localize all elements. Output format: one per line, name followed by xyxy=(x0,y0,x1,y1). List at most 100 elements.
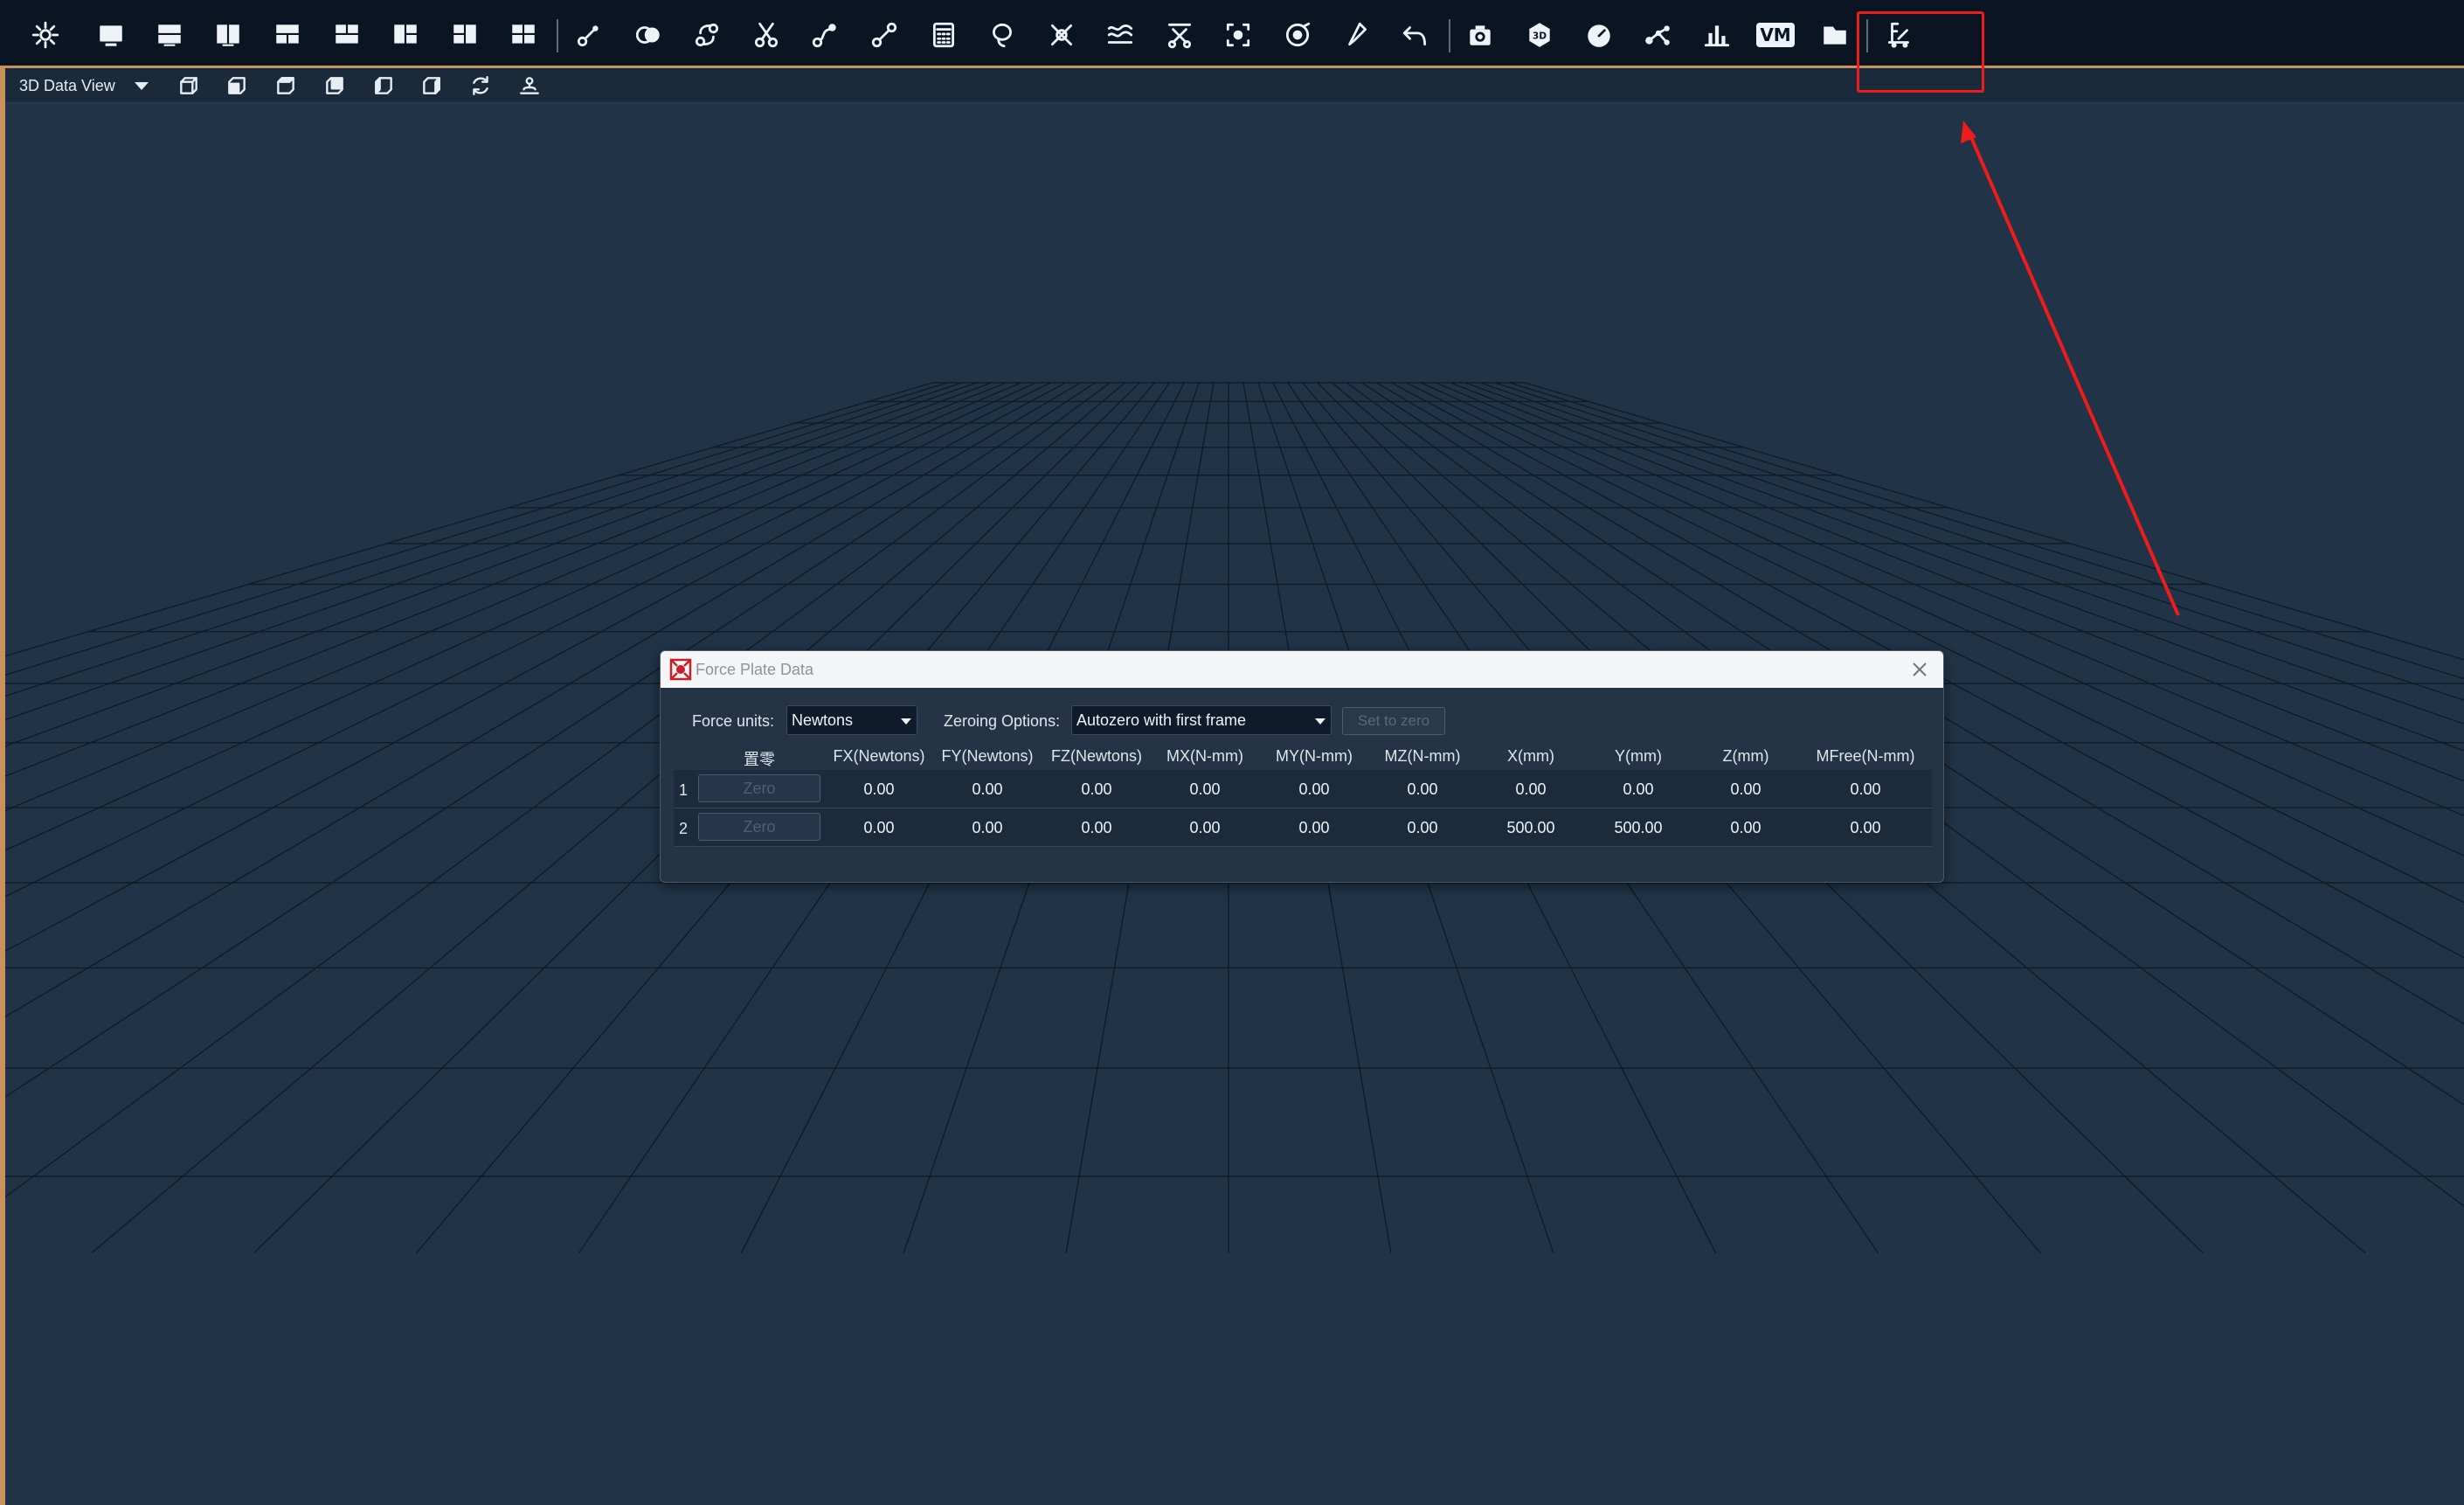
table-header: 置零 FX(Newtons) FY(Newtons) FZ(Newtons) MX(N-… xyxy=(674,744,1932,770)
pen-icon[interactable] xyxy=(1339,17,1374,52)
layout-three-bottom-icon[interactable] xyxy=(329,17,364,52)
rigid-icon[interactable] xyxy=(867,17,902,52)
layout-three-left-icon[interactable] xyxy=(388,17,423,52)
layout-single-icon[interactable] xyxy=(93,17,128,52)
view-mode-select[interactable]: 3D Data View xyxy=(19,73,149,98)
camera-icon[interactable] xyxy=(1463,17,1498,52)
refresh-icon[interactable] xyxy=(467,73,494,98)
select-region-icon[interactable] xyxy=(1221,17,1256,52)
layout-four-icon[interactable] xyxy=(506,17,541,52)
column-header: X(mm) xyxy=(1507,747,1554,765)
table-cell: 0.00 xyxy=(1623,780,1654,798)
row-index: 2 xyxy=(679,820,689,837)
column-header: MFree(N-mm) xyxy=(1816,747,1915,765)
column-header: FY(Newtons) xyxy=(941,747,1034,765)
set-to-zero-button[interactable]: Set to zero xyxy=(1342,707,1445,735)
calculator-icon[interactable] xyxy=(926,17,961,52)
table-cell: 0.00 xyxy=(1298,780,1330,798)
main-toolbar: 3D VM xyxy=(0,0,2464,66)
column-header: MY(N-mm) xyxy=(1276,747,1353,765)
layout-two-rows-icon[interactable] xyxy=(152,17,187,52)
table-cell: 0.00 xyxy=(1189,780,1221,798)
speed-gauge-icon[interactable] xyxy=(1582,17,1616,52)
close-icon[interactable] xyxy=(1908,658,1931,681)
delete-markers-icon[interactable] xyxy=(1044,17,1079,52)
layout-three-right-icon[interactable] xyxy=(447,17,482,52)
view-back-icon[interactable] xyxy=(322,73,348,98)
force-plate-dialog: Force Plate Data Force units: Newtons Ze… xyxy=(660,650,1944,883)
folder-icon[interactable] xyxy=(1817,17,1852,52)
dialog-controls: Force units: Newtons Zeroing Options: Au… xyxy=(661,705,1943,737)
table-cell: 0.00 xyxy=(1298,819,1330,836)
table-cell: 0.00 xyxy=(1081,819,1112,836)
table-cell: 0.00 xyxy=(1730,780,1761,798)
cut-icon[interactable] xyxy=(749,17,784,52)
svg-text:3D: 3D xyxy=(1533,30,1547,41)
table-row: 1 Zero 0.00 0.00 0.00 0.00 0.00 0.00 0.00 0.00 0.0… xyxy=(674,770,1932,808)
chevron-down-icon xyxy=(134,81,149,90)
bar-chart-icon[interactable] xyxy=(1699,17,1734,52)
table-cell: 500.00 xyxy=(1614,819,1663,836)
lasso-icon[interactable] xyxy=(985,17,1020,52)
column-header: Y(mm) xyxy=(1615,747,1662,765)
layout-two-columns-icon[interactable] xyxy=(211,17,246,52)
force-plate-table: 置零 FX(Newtons) FY(Newtons) FZ(Newtons) MX(N-… xyxy=(674,744,1932,847)
view-left-icon[interactable] xyxy=(370,73,397,98)
layout-three-top-icon[interactable] xyxy=(270,17,305,52)
markers-link-icon[interactable] xyxy=(571,17,606,52)
view-top-icon[interactable] xyxy=(176,73,202,98)
zeroing-options-label: Zeroing Options: xyxy=(944,712,1061,730)
column-header: MX(N-mm) xyxy=(1166,747,1243,765)
force-units-select[interactable]: Newtons xyxy=(786,705,917,735)
table-cell: 0.00 xyxy=(1081,780,1112,798)
table-cell: 0.00 xyxy=(972,819,1003,836)
column-header: FX(Newtons) xyxy=(833,747,925,765)
table-cell: 0.00 xyxy=(1189,819,1221,836)
gear-icon[interactable] xyxy=(28,17,63,52)
trim-icon[interactable] xyxy=(1162,17,1197,52)
zero-button[interactable]: Zero xyxy=(698,774,820,802)
view-right-icon[interactable] xyxy=(419,73,445,98)
target-icon[interactable] xyxy=(1280,17,1315,52)
force-units-label: Force units: xyxy=(692,712,775,730)
chevron-down-icon xyxy=(901,718,911,725)
column-header: Z(mm) xyxy=(1722,747,1769,765)
filter-icon[interactable] xyxy=(1103,17,1138,52)
recenter-icon[interactable] xyxy=(516,73,543,98)
zeroing-options-select[interactable]: Autozero with first frame xyxy=(1071,705,1332,735)
undo-icon[interactable] xyxy=(1398,17,1433,52)
column-header: MZ(N-mm) xyxy=(1384,747,1461,765)
view-front-icon[interactable] xyxy=(224,73,250,98)
table-cell: 500.00 xyxy=(1506,819,1555,836)
dialog-title-bar[interactable]: Force Plate Data xyxy=(661,651,1943,688)
fill-gap-icon[interactable] xyxy=(689,17,724,52)
table-cell: 0.00 xyxy=(863,780,895,798)
highlight-annotation-box xyxy=(1857,11,1984,93)
table-cell: 0.00 xyxy=(1850,819,1881,836)
view-mode-label: 3D Data View xyxy=(19,76,115,94)
table-row: 2 Zero 0.00 0.00 0.00 0.00 0.00 0.00 500.00 500.0… xyxy=(674,808,1932,847)
table-body: 1 Zero 0.00 0.00 0.00 0.00 0.00 0.00 0.00 0.00 0.0… xyxy=(674,770,1932,847)
table-cell: 0.00 xyxy=(1407,780,1438,798)
table-cell: 0.00 xyxy=(863,819,895,836)
spline-icon[interactable] xyxy=(807,17,842,52)
vm-icon[interactable]: VM xyxy=(1756,17,1795,52)
3d-icon[interactable]: 3D xyxy=(1522,17,1557,52)
zeroing-options-value: Autozero with first frame xyxy=(1076,711,1247,729)
zero-button[interactable]: Zero xyxy=(698,813,820,841)
column-header: 置零 xyxy=(744,751,775,768)
dialog-title: Force Plate Data xyxy=(696,660,814,678)
column-header: FZ(Newtons) xyxy=(1050,747,1143,765)
toggle-visibility-icon[interactable] xyxy=(631,17,666,52)
table-cell: 0.00 xyxy=(1730,819,1761,836)
row-index: 1 xyxy=(679,781,689,799)
table-cell: 0.00 xyxy=(1515,780,1547,798)
view-side-icon[interactable] xyxy=(273,73,299,98)
skeleton-icon[interactable] xyxy=(1640,17,1675,52)
table-cell: 0.00 xyxy=(1407,819,1438,836)
table-cell: 0.00 xyxy=(972,780,1003,798)
table-cell: 0.00 xyxy=(1850,780,1881,798)
force-units-value: Newtons xyxy=(792,711,854,729)
app-logo-icon xyxy=(669,658,692,681)
chevron-down-icon xyxy=(1315,718,1325,725)
